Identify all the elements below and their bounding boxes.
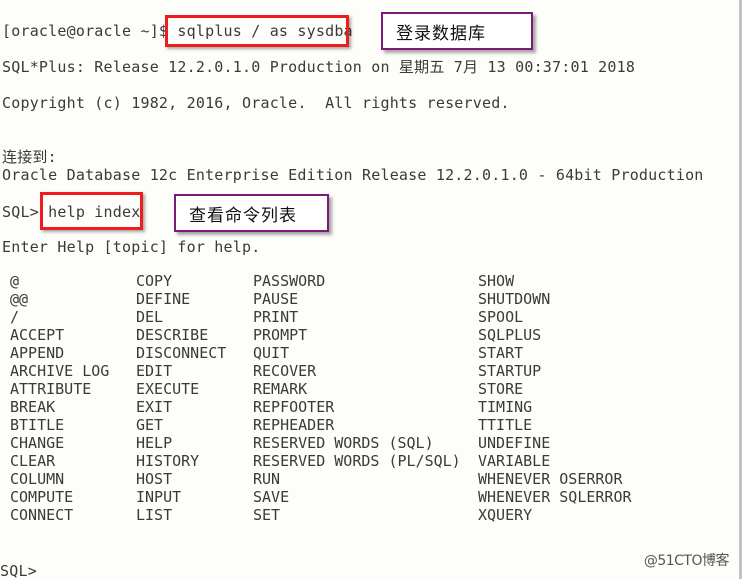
help-topic: WHENEVER SQLERROR bbox=[478, 488, 632, 506]
help-topic: HISTORY bbox=[136, 452, 200, 470]
help-topic: RUN bbox=[253, 470, 281, 488]
help-topic-column-4: SHOW SHUTDOWN SPOOL SQLPLUS START STARTU… bbox=[478, 272, 632, 524]
connected-to-line: 连接到: bbox=[2, 148, 57, 166]
copyright-line: Copyright (c) 1982, 2016, Oracle. All ri… bbox=[2, 94, 510, 112]
help-topic: RECOVER bbox=[253, 362, 317, 380]
help-topic: @ bbox=[10, 272, 20, 290]
banner-line: SQL*Plus: Release 12.2.0.1.0 Production … bbox=[2, 58, 636, 76]
help-topic: COLUMN bbox=[10, 470, 65, 488]
db-version-line: Oracle Database 12c Enterprise Edition R… bbox=[2, 166, 704, 184]
login-callout-label: 登录数据库 bbox=[396, 23, 486, 44]
help-topic: PROMPT bbox=[253, 326, 308, 344]
help-hint-line: Enter Help [topic] for help. bbox=[2, 238, 261, 256]
help-topic: CHANGE bbox=[10, 434, 65, 452]
help-topic: @@ bbox=[10, 290, 29, 308]
login-callout: 登录数据库 bbox=[381, 12, 533, 50]
help-topic: STORE bbox=[478, 380, 524, 398]
help-topic: HOST bbox=[136, 470, 173, 488]
help-topic: DESCRIBE bbox=[136, 326, 209, 344]
terminal-window[interactable]: [oracle@oracle ~]$ sqlplus / as sysdba 登… bbox=[0, 0, 739, 580]
help-topic: EXIT bbox=[136, 398, 173, 416]
help-topic: WHENEVER OSERROR bbox=[478, 470, 623, 488]
help-topic: RESERVED WORDS (PL/SQL) bbox=[253, 452, 461, 470]
help-topic: DISCONNECT bbox=[136, 344, 227, 362]
help-topic: PAUSE bbox=[253, 290, 299, 308]
help-topic: CLEAR bbox=[10, 452, 56, 470]
help-topic: TTITLE bbox=[478, 416, 533, 434]
help-callout-label: 查看命令列表 bbox=[189, 205, 297, 226]
help-topic: SET bbox=[253, 506, 281, 524]
help-topic: ACCEPT bbox=[10, 326, 65, 344]
help-topic: COPY bbox=[136, 272, 173, 290]
help-callout: 查看命令列表 bbox=[174, 194, 329, 232]
help-topic: RESERVED WORDS (SQL) bbox=[253, 434, 434, 452]
help-topic: / bbox=[10, 308, 20, 326]
help-topic: ATTRIBUTE bbox=[10, 380, 92, 398]
help-topic: HELP bbox=[136, 434, 173, 452]
help-topic: BTITLE bbox=[10, 416, 65, 434]
help-topic: GET bbox=[136, 416, 164, 434]
help-topic: XQUERY bbox=[478, 506, 533, 524]
help-topic: CONNECT bbox=[10, 506, 74, 524]
help-topic: EXECUTE bbox=[136, 380, 200, 398]
help-topic: DEFINE bbox=[136, 290, 191, 308]
help-topic: QUIT bbox=[253, 344, 290, 362]
help-topic: REPHEADER bbox=[253, 416, 335, 434]
help-topic: ARCHIVE LOG bbox=[10, 362, 110, 380]
help-topic: REPFOOTER bbox=[253, 398, 335, 416]
help-topic: SHOW bbox=[478, 272, 515, 290]
login-command-highlight bbox=[165, 15, 349, 47]
help-topic: INPUT bbox=[136, 488, 182, 506]
help-topic: TIMING bbox=[478, 398, 533, 416]
help-topic: SQLPLUS bbox=[478, 326, 542, 344]
help-topic: SAVE bbox=[253, 488, 290, 506]
help-topic: EDIT bbox=[136, 362, 173, 380]
help-topic: UNDEFINE bbox=[478, 434, 551, 452]
help-topic-column-2: COPY DEFINE DEL DESCRIBE DISCONNECT EDIT… bbox=[136, 272, 226, 524]
watermark: @51CTO博客 bbox=[643, 553, 730, 569]
final-sql-prompt[interactable]: SQL> bbox=[0, 562, 37, 580]
shell-prompt: [oracle@oracle ~]$ bbox=[2, 22, 178, 40]
help-topic: SPOOL bbox=[478, 308, 524, 326]
help-topic: REMARK bbox=[253, 380, 308, 398]
help-topic: VARIABLE bbox=[478, 452, 551, 470]
help-topic: START bbox=[478, 344, 524, 362]
help-topic: COMPUTE bbox=[10, 488, 74, 506]
help-topic: STARTUP bbox=[478, 362, 542, 380]
help-topic: SHUTDOWN bbox=[478, 290, 551, 308]
help-topic-column-3: PASSWORD PAUSE PRINT PROMPT QUIT RECOVER… bbox=[253, 272, 461, 524]
help-command-highlight bbox=[40, 192, 143, 230]
help-topic: PASSWORD bbox=[253, 272, 326, 290]
help-topic: BREAK bbox=[10, 398, 56, 416]
help-topic-column-1: @ @@ / ACCEPT APPEND ARCHIVE LOG ATTRIBU… bbox=[10, 272, 109, 524]
help-topic: DEL bbox=[136, 308, 164, 326]
help-topic: PRINT bbox=[253, 308, 299, 326]
help-topic: LIST bbox=[136, 506, 173, 524]
help-topic: APPEND bbox=[10, 344, 65, 362]
